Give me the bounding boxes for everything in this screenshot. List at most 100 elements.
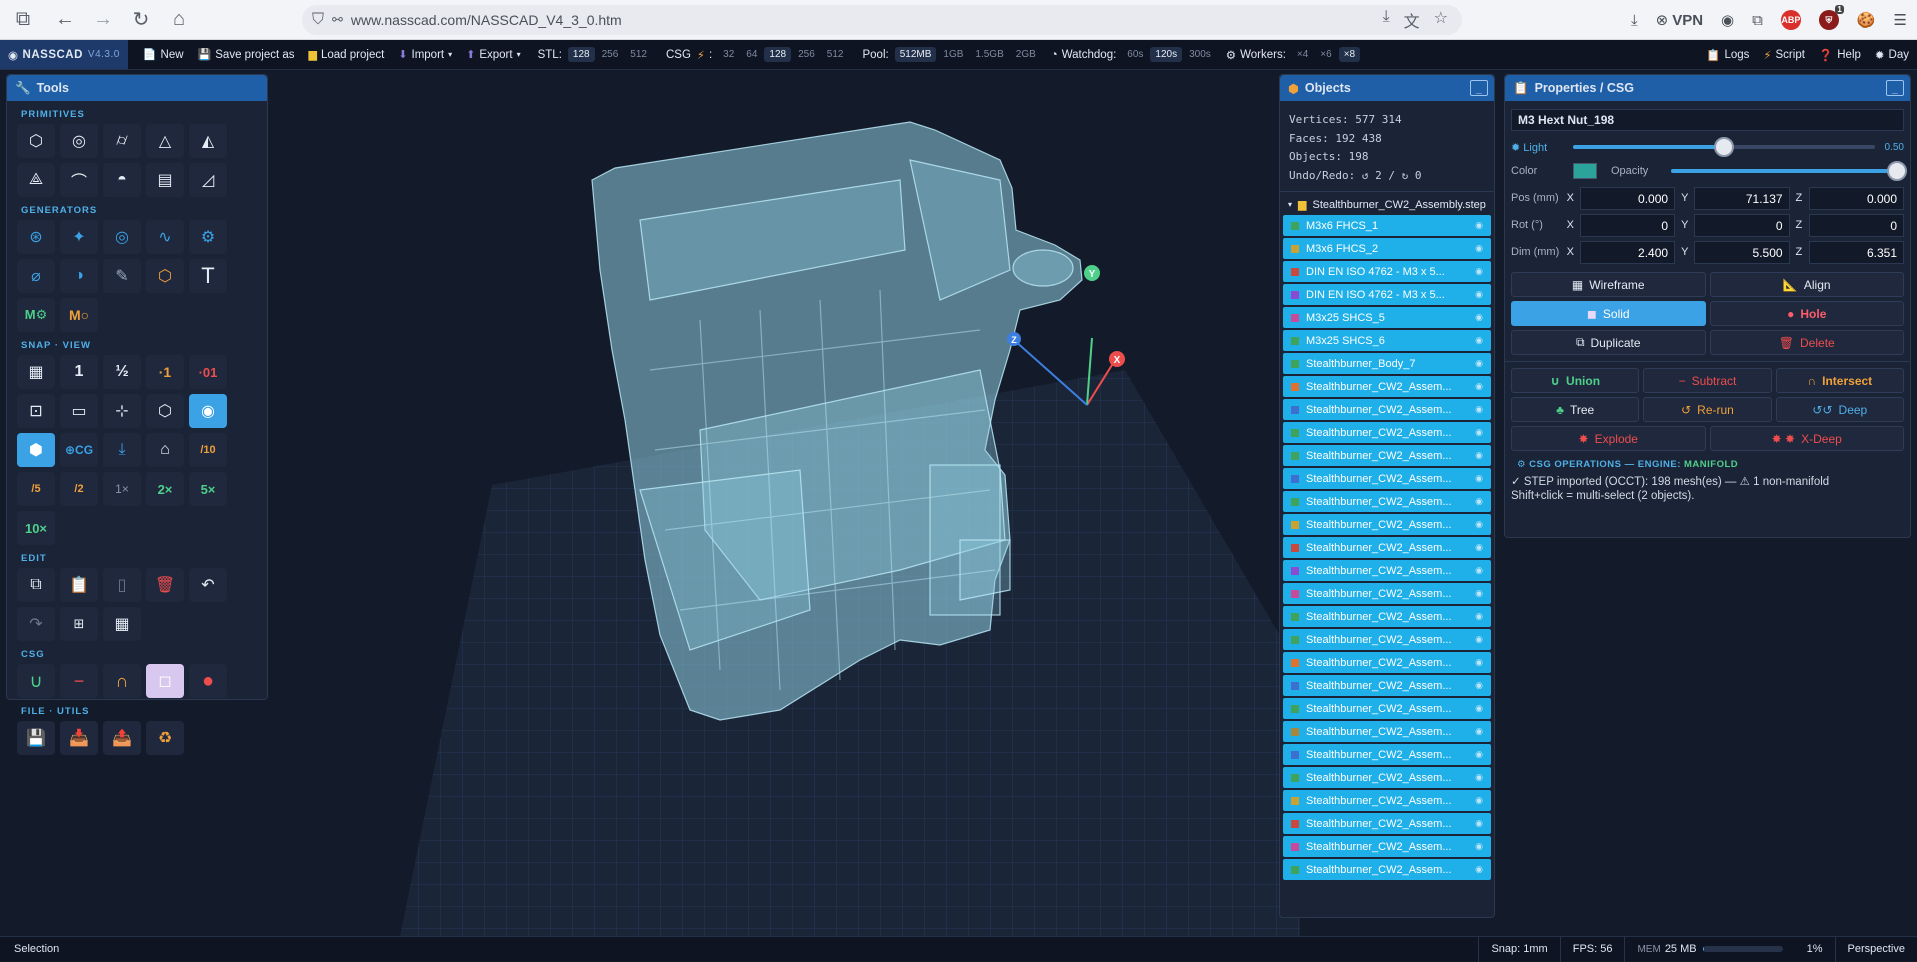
trash-icon[interactable]: 🗑 bbox=[146, 568, 184, 602]
collapse-icon[interactable]: ▾ bbox=[1288, 200, 1292, 209]
visibility-eye-icon[interactable]: ◉ bbox=[1475, 381, 1483, 392]
save-file-icon[interactable]: 💾 bbox=[17, 721, 55, 755]
deep-button[interactable]: ↺↺ Deep bbox=[1775, 397, 1904, 422]
solid-mode-icon[interactable]: ◻ bbox=[146, 664, 184, 698]
focus-icon[interactable]: ⊡ bbox=[17, 394, 55, 428]
account-icon[interactable]: ◉ bbox=[1721, 11, 1734, 29]
workers-option[interactable]: ×8 bbox=[1338, 47, 1361, 62]
pyramid-icon[interactable]: ◭ bbox=[189, 124, 227, 158]
visibility-eye-icon[interactable]: ◉ bbox=[1475, 289, 1483, 300]
screw-gen-icon[interactable]: ✎ bbox=[103, 259, 141, 293]
day-mode-button[interactable]: ✹ Day bbox=[1875, 48, 1909, 62]
visibility-eye-icon[interactable]: ◉ bbox=[1475, 841, 1483, 852]
rot-y-input[interactable]: 0 bbox=[1694, 213, 1790, 237]
rot-z-input[interactable]: 0 bbox=[1808, 213, 1905, 237]
object-list-item[interactable]: Stealthburner_CW2_Assem... ◉ bbox=[1283, 560, 1491, 581]
workers-option[interactable]: ×6 bbox=[1315, 47, 1336, 62]
object-list-item[interactable]: Stealthburner_CW2_Assem... ◉ bbox=[1283, 790, 1491, 811]
visibility-eye-icon[interactable]: ◉ bbox=[1475, 864, 1483, 875]
axis-z-handle[interactable]: Z bbox=[1007, 332, 1021, 346]
object-list-item[interactable]: Stealthburner_CW2_Assem... ◉ bbox=[1283, 859, 1491, 880]
object-list-item[interactable]: Stealthburner_CW2_Assem... ◉ bbox=[1283, 468, 1491, 489]
object-list-item[interactable]: Stealthburner_Body_7 ◉ bbox=[1283, 353, 1491, 374]
visibility-eye-icon[interactable]: ◉ bbox=[1475, 473, 1483, 484]
assembly-root[interactable]: ▾ ▆ Stealthburner_CW2_Assembly.step bbox=[1280, 192, 1494, 215]
downloads-icon[interactable]: ⤓ bbox=[1631, 12, 1638, 29]
grid-view-icon[interactable]: ▦ bbox=[17, 355, 55, 389]
visibility-eye-icon[interactable]: ◉ bbox=[1475, 611, 1483, 622]
light-slider[interactable] bbox=[1572, 137, 1875, 157]
translate-icon[interactable]: 文 bbox=[1404, 8, 1420, 32]
object-list-item[interactable]: Stealthburner_CW2_Assem... ◉ bbox=[1283, 629, 1491, 650]
pos-x-input[interactable]: 0.000 bbox=[1579, 186, 1676, 210]
union-icon[interactable]: ∪ bbox=[17, 664, 55, 698]
projection-status[interactable]: Perspective bbox=[1834, 936, 1917, 962]
cube-icon[interactable]: ⬡ bbox=[17, 124, 55, 158]
object-list-item[interactable]: Stealthburner_CW2_Assem... ◉ bbox=[1283, 537, 1491, 558]
visibility-eye-icon[interactable]: ◉ bbox=[1475, 818, 1483, 829]
scale-div2[interactable]: /2 bbox=[60, 472, 98, 506]
object-list-item[interactable]: Stealthburner_CW2_Assem... ◉ bbox=[1283, 445, 1491, 466]
forward-icon[interactable]: → bbox=[88, 5, 118, 35]
copy-icon[interactable]: ⧉ bbox=[17, 568, 55, 602]
minimize-icon[interactable]: _ bbox=[1470, 80, 1488, 96]
intersect-button[interactable]: ∩ Intersect bbox=[1775, 368, 1904, 393]
tools-header[interactable]: 🔧 Tools bbox=[7, 75, 267, 101]
intersect-icon[interactable]: ∩ bbox=[103, 664, 141, 698]
rot-x-input[interactable]: 0 bbox=[1579, 213, 1676, 237]
csg-option[interactable]: 128 bbox=[764, 47, 792, 62]
visibility-eye-icon[interactable]: ◉ bbox=[1475, 220, 1483, 231]
half-circle-gen-icon[interactable]: ◑ bbox=[60, 259, 98, 293]
object-list-item[interactable]: Stealthburner_CW2_Assem... ◉ bbox=[1283, 698, 1491, 719]
axis-x-handle[interactable]: X bbox=[1109, 351, 1125, 367]
explode-button[interactable]: ✸ Explode bbox=[1511, 426, 1706, 451]
watchdog-option[interactable]: 300s bbox=[1184, 47, 1216, 62]
install-icon[interactable]: ⤓ bbox=[1383, 8, 1390, 32]
csg-option[interactable]: 256 bbox=[793, 47, 820, 62]
object-list-item[interactable]: Stealthburner_CW2_Assem... ◉ bbox=[1283, 606, 1491, 627]
eye-icon[interactable]: ◉ bbox=[189, 394, 227, 428]
scale-1x[interactable]: 1× bbox=[103, 472, 141, 506]
metric-gear-icon[interactable]: M⚙ bbox=[17, 298, 55, 332]
visibility-eye-icon[interactable]: ◉ bbox=[1475, 726, 1483, 737]
home-view-icon[interactable]: ⌂ bbox=[146, 433, 184, 467]
watchdog-option[interactable]: 120s bbox=[1150, 47, 1183, 62]
script-button[interactable]: ⚡ Script bbox=[1763, 48, 1804, 62]
object-name-field[interactable]: M3 Hext Nut_198 bbox=[1511, 109, 1904, 131]
spring-gen-icon[interactable]: ∿ bbox=[146, 220, 184, 254]
scale-10x[interactable]: 10× bbox=[17, 511, 55, 545]
visibility-eye-icon[interactable]: ◉ bbox=[1475, 519, 1483, 530]
visibility-eye-icon[interactable]: ◉ bbox=[1475, 496, 1483, 507]
snap-half[interactable]: ½ bbox=[103, 355, 141, 389]
objects-header[interactable]: ⬢ Objects _ bbox=[1280, 75, 1494, 101]
snap-0-1[interactable]: ·1 bbox=[146, 355, 184, 389]
visibility-eye-icon[interactable]: ◉ bbox=[1475, 243, 1483, 254]
stl-option[interactable]: 256 bbox=[597, 47, 624, 62]
visibility-eye-icon[interactable]: ◉ bbox=[1475, 358, 1483, 369]
wedge-icon[interactable]: ◿ bbox=[189, 163, 227, 197]
center-of-gravity-button[interactable]: ⊕CG bbox=[60, 433, 98, 467]
reload-icon[interactable]: ↻ bbox=[126, 5, 156, 35]
properties-header[interactable]: 📋 Properties / CSG _ bbox=[1505, 75, 1910, 101]
snap-0-01[interactable]: ·01 bbox=[189, 355, 227, 389]
duplicate-button[interactable]: ⧉ Duplicate bbox=[1511, 330, 1706, 355]
object-list-item[interactable]: M3x25 SHCS_5 ◉ bbox=[1283, 307, 1491, 328]
object-list-item[interactable]: Stealthburner_CW2_Assem... ◉ bbox=[1283, 422, 1491, 443]
hole-button[interactable]: ● Hole bbox=[1709, 301, 1904, 326]
ring-gen-icon[interactable]: ◎ bbox=[103, 220, 141, 254]
csg-option[interactable]: 64 bbox=[741, 47, 762, 62]
object-list-item[interactable]: DIN EN ISO 4762 - M3 x 5... ◉ bbox=[1283, 261, 1491, 282]
pool-option[interactable]: 1GB bbox=[938, 47, 968, 62]
back-icon[interactable]: ← bbox=[50, 5, 80, 35]
adblock-icon[interactable]: ABP bbox=[1780, 10, 1801, 30]
visibility-eye-icon[interactable]: ◉ bbox=[1475, 634, 1483, 645]
washer-gen-icon[interactable]: ⌀ bbox=[17, 259, 55, 293]
subtract-icon[interactable]: − bbox=[60, 664, 98, 698]
metric-ring-icon[interactable]: M○ bbox=[60, 298, 98, 332]
visibility-eye-icon[interactable]: ◉ bbox=[1475, 404, 1483, 415]
object-list-item[interactable]: M3x6 FHCS_2 ◉ bbox=[1283, 238, 1491, 259]
object-list-item[interactable]: Stealthburner_CW2_Assem... ◉ bbox=[1283, 675, 1491, 696]
object-list-item[interactable]: Stealthburner_CW2_Assem... ◉ bbox=[1283, 721, 1491, 742]
visibility-eye-icon[interactable]: ◉ bbox=[1475, 680, 1483, 691]
x-deep-button[interactable]: ✸ ✸ X-Deep bbox=[1709, 426, 1904, 451]
